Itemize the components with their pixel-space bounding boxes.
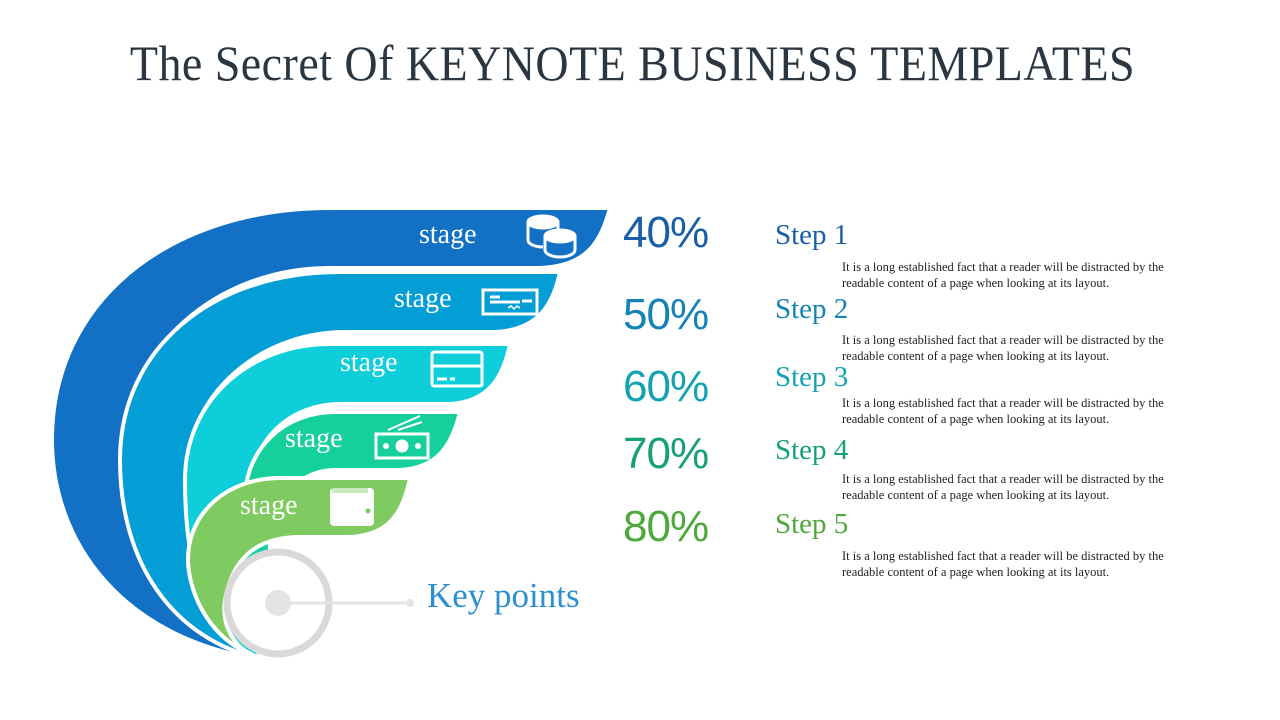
step-title-3: Step 3	[775, 361, 849, 393]
step-description-3: It is a long established fact that a rea…	[842, 395, 1242, 427]
stage-label-1: stage	[419, 219, 477, 250]
step-description-1-line-1: It is a long established fact that a rea…	[842, 260, 1164, 274]
step-description-5-line-1: It is a long established fact that a rea…	[842, 549, 1164, 563]
percent-5: 80%	[623, 502, 709, 551]
step-description-4-line-2: readable content of a page when looking …	[842, 488, 1110, 502]
key-points-label: Key points	[427, 576, 580, 615]
step-description-4-line-1: It is a long established fact that a rea…	[842, 472, 1164, 486]
step-description-2: It is a long established fact that a rea…	[842, 332, 1242, 364]
step-description-1-line-2: readable content of a page when looking …	[842, 276, 1110, 290]
step-description-1: It is a long established fact that a rea…	[842, 259, 1242, 291]
percent-1: 40%	[623, 208, 709, 257]
step-title-2: Step 2	[775, 293, 849, 325]
key-dot	[265, 590, 291, 616]
step-description-3-line-1: It is a long established fact that a rea…	[842, 396, 1164, 410]
stage-label-3: stage	[340, 347, 398, 378]
step-title-4: Step 4	[775, 434, 849, 466]
percent-4: 70%	[623, 429, 709, 478]
step-description-4: It is a long established fact that a rea…	[842, 471, 1242, 503]
percent-2: 50%	[623, 290, 709, 339]
stage-label-2: stage	[394, 283, 452, 314]
wallet-icon	[330, 488, 374, 526]
step-description-3-line-2: readable content of a page when looking …	[842, 412, 1110, 426]
step-description-2-line-2: readable content of a page when looking …	[842, 349, 1110, 363]
percent-3: 60%	[623, 362, 709, 411]
step-description-5-line-2: readable content of a page when looking …	[842, 565, 1110, 579]
step-title-5: Step 5	[775, 508, 849, 540]
stage-label-5: stage	[240, 490, 298, 521]
step-description-2-line-1: It is a long established fact that a rea…	[842, 333, 1164, 347]
step-title-1: Step 1	[775, 219, 849, 251]
step-description-5: It is a long established fact that a rea…	[842, 548, 1242, 580]
stage-label-4: stage	[285, 423, 343, 454]
key-connector-end	[406, 599, 414, 607]
